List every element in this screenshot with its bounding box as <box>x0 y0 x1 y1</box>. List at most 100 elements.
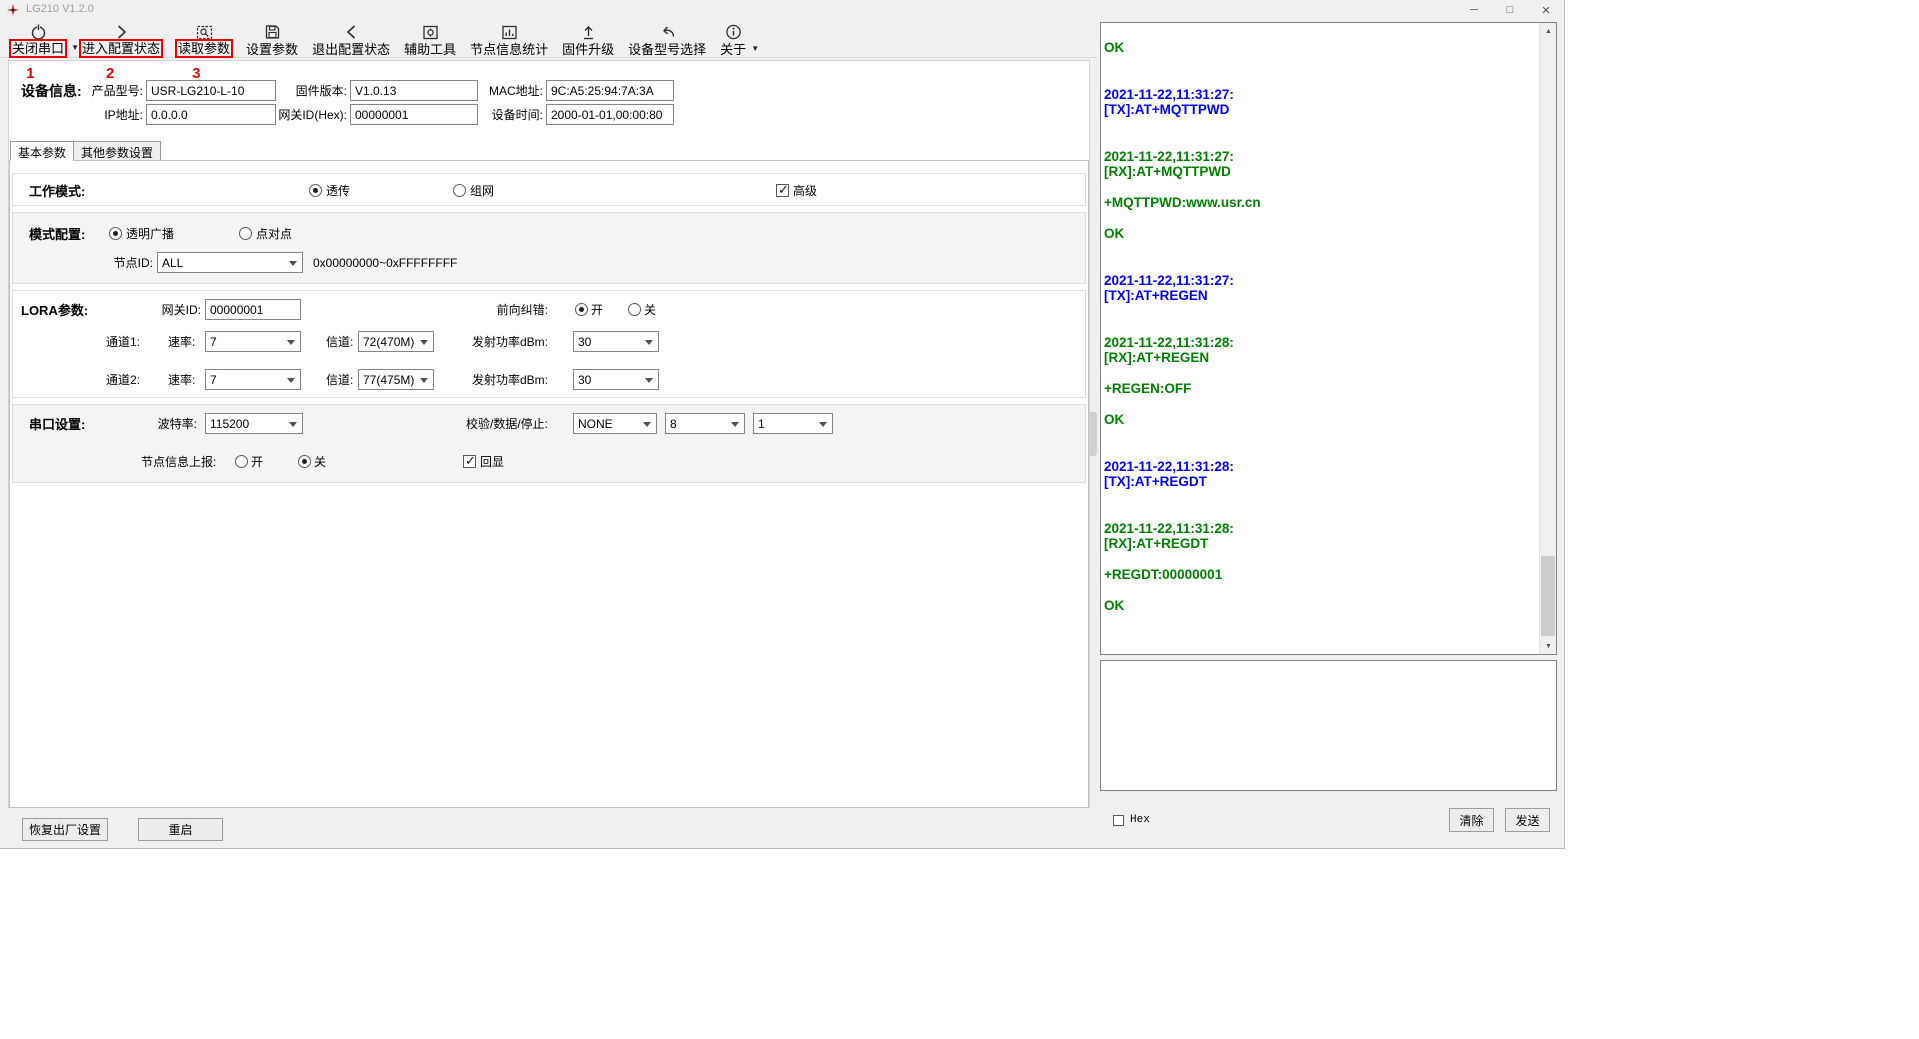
toolbar-button-device-model[interactable]: 设备型号选择 <box>624 22 710 57</box>
node-id-hint: 0x00000000~0xFFFFFFFF <box>313 252 457 273</box>
annotation-number-3: 3 <box>192 65 200 82</box>
product-model-label: 产品型号: <box>47 80 143 101</box>
mode-p2p-radio[interactable] <box>239 227 252 240</box>
log-line <box>1104 211 1536 227</box>
stop-bits-select[interactable]: 1 <box>753 413 833 434</box>
send-input[interactable] <box>1101 661 1556 790</box>
channel2-power-select[interactable]: 30 <box>573 369 659 390</box>
toolbar-button-read-params[interactable]: 读取参数 3 <box>172 22 236 56</box>
mode-p2p-label: 点对点 <box>256 223 292 244</box>
basic-params-page: 工作模式: 透传 组网 高级 模式配置: 透明广播 点对点 节点ID: ALL … <box>9 160 1089 808</box>
chevron-down-icon <box>289 422 297 427</box>
node-report-on-radio[interactable] <box>235 455 248 468</box>
channel1-label: 通道1: <box>106 331 140 352</box>
window-title: LG210 V1.2.0 <box>26 3 94 15</box>
parity-select[interactable]: NONE <box>573 413 657 434</box>
log-line: 2021-11-22,11:31:27: <box>1104 273 1536 289</box>
work-mode-transparent-radio[interactable] <box>309 184 322 197</box>
echo-checkbox[interactable] <box>463 455 476 468</box>
toolbar-button-label: 进入配置状态 <box>79 39 163 58</box>
titlebar: LG210 V1.2.0 ─ □ ✕ <box>0 0 1564 20</box>
device-time-input[interactable] <box>546 104 674 125</box>
exit-config-icon <box>342 22 361 41</box>
lora-params-section: LORA参数: 网关ID: 前向纠错: 开 关 通道1: 速率: 7 信道: 7… <box>12 290 1086 398</box>
toolbar-button-aux-tools[interactable]: 辅助工具 <box>400 22 460 57</box>
close-button[interactable]: ✕ <box>1528 0 1564 20</box>
node-report-off-radio[interactable] <box>298 455 311 468</box>
baud-rate-label: 波特率: <box>131 413 197 434</box>
log-line <box>1104 319 1536 335</box>
fec-on-radio[interactable] <box>575 303 588 316</box>
scrollbar-thumb[interactable] <box>1541 556 1555 636</box>
log-line: 2021-11-22,11:31:28: <box>1104 335 1536 351</box>
work-mode-networking-label: 组网 <box>470 180 494 201</box>
chevron-down-icon <box>645 340 653 345</box>
mac-address-input[interactable] <box>546 80 674 101</box>
fec-off-label: 关 <box>644 299 656 320</box>
chevron-down-icon <box>731 422 739 427</box>
log-line: +MQTTPWD:www.usr.cn <box>1104 195 1536 211</box>
mode-broadcast-radio[interactable] <box>109 227 122 240</box>
hex-checkbox[interactable] <box>1113 815 1124 826</box>
toolbar-button-label: 关闭串口 <box>9 39 67 58</box>
toolbar-button-set-params[interactable]: 设置参数 <box>242 22 302 57</box>
mode-config-section: 模式配置: 透明广播 点对点 节点ID: ALL 0x00000000~0xFF… <box>12 212 1086 284</box>
log-line <box>1104 428 1536 444</box>
fec-off-radio[interactable] <box>628 303 641 316</box>
mac-address-label: MAC地址: <box>439 80 543 101</box>
data-bits-select[interactable]: 8 <box>665 413 745 434</box>
chevron-down-icon <box>819 422 827 427</box>
toolbar-button-enter-config[interactable]: 进入配置状态 2 <box>76 22 166 56</box>
chevron-down-icon[interactable]: ▼ <box>751 44 759 53</box>
maximize-button[interactable]: □ <box>1492 0 1528 20</box>
scroll-down-icon[interactable]: ▼ <box>1540 638 1557 654</box>
channel1-channel-label: 信道: <box>326 331 353 352</box>
panel-collapse-handle[interactable] <box>1090 412 1097 456</box>
save-params-icon <box>263 22 282 41</box>
gateway-id-input[interactable] <box>205 299 301 320</box>
log-output: OK2021-11-22,11:31:27:[TX]:AT+MQTTPWD202… <box>1104 40 1536 652</box>
baud-rate-select[interactable]: 115200 <box>205 413 303 434</box>
channel1-rate-select[interactable]: 7 <box>205 331 301 352</box>
log-line <box>1104 118 1536 134</box>
tab-other-params[interactable]: 其他参数设置 <box>73 141 161 161</box>
toolbar-button-firmware-upgrade[interactable]: 固件升级 <box>558 22 618 57</box>
toolbar-button-label: 退出配置状态 <box>312 42 390 57</box>
send-button[interactable]: 发送 <box>1505 808 1550 832</box>
toolbar-button-label: 固件升级 <box>562 42 614 57</box>
channel2-label: 通道2: <box>106 369 140 390</box>
toolbar-button-exit-config[interactable]: 退出配置状态 <box>308 22 394 57</box>
log-line: OK <box>1104 412 1536 428</box>
fec-on-label: 开 <box>591 299 603 320</box>
minimize-button[interactable]: ─ <box>1456 0 1492 20</box>
chevron-down-icon <box>287 340 295 345</box>
fec-label: 前向纠错: <box>468 299 548 320</box>
channel2-rate-label: 速率: <box>168 369 195 390</box>
log-line: [TX]:AT+REGDT <box>1104 474 1536 490</box>
log-line <box>1104 583 1536 599</box>
factory-reset-button[interactable]: 恢复出厂设置 <box>22 818 108 841</box>
channel1-channel-select[interactable]: 72(470M) <box>358 331 434 352</box>
channel1-power-select[interactable]: 30 <box>573 331 659 352</box>
advanced-checkbox[interactable] <box>776 184 789 197</box>
work-mode-section: 工作模式: 透传 组网 高级 <box>12 173 1086 206</box>
gateway-id-label: 网关ID: <box>141 299 201 320</box>
restart-button[interactable]: 重启 <box>138 818 223 841</box>
toolbar-button-about[interactable]: 关于 ▼ <box>716 22 750 57</box>
clear-button[interactable]: 清除 <box>1449 808 1494 832</box>
work-mode-networking-radio[interactable] <box>453 184 466 197</box>
tab-basic-params[interactable]: 基本参数 <box>10 141 74 161</box>
node-id-select[interactable]: ALL <box>157 252 303 273</box>
channel2-rate-select[interactable]: 7 <box>205 369 301 390</box>
toolbar-button-close-serial[interactable]: 关闭串口 ▼ 1 <box>6 22 70 56</box>
scroll-up-icon[interactable]: ▲ <box>1540 23 1557 39</box>
toolbar-button-label: 节点信息统计 <box>470 42 548 57</box>
log-scrollbar[interactable]: ▲ ▼ <box>1539 23 1556 654</box>
serial-settings-label: 串口设置: <box>29 413 85 434</box>
toolbar-button-label: 辅助工具 <box>404 42 456 57</box>
chevron-down-icon <box>289 261 297 266</box>
chevron-down-icon <box>420 340 428 345</box>
channel2-rate-value: 7 <box>210 373 217 387</box>
channel2-channel-select[interactable]: 77(475M) <box>358 369 434 390</box>
toolbar-button-node-stats[interactable]: 节点信息统计 <box>466 22 552 57</box>
